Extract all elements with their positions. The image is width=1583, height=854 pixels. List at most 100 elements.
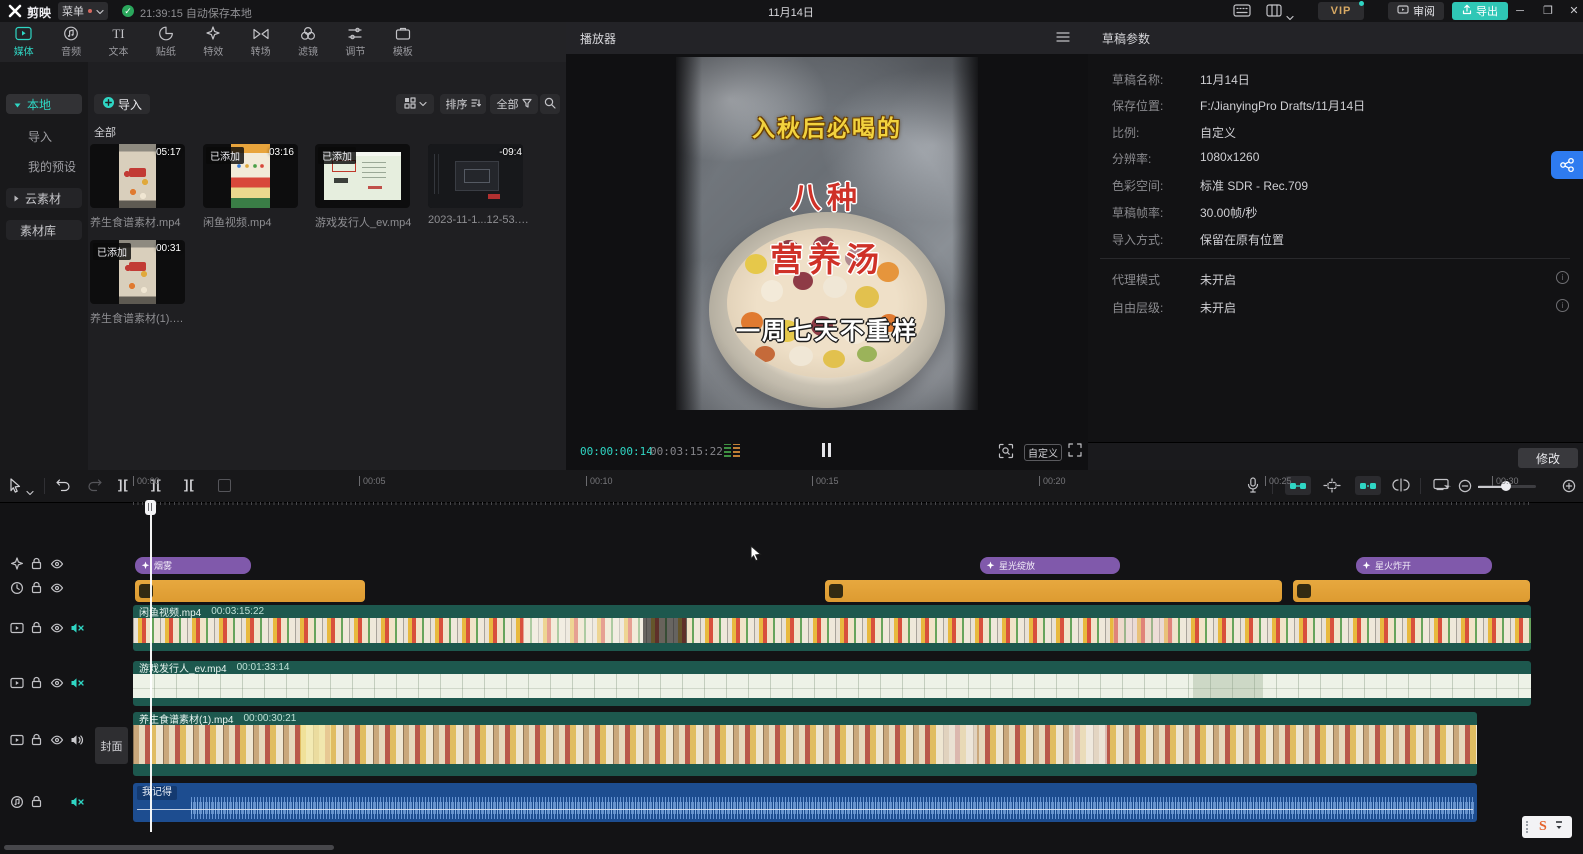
ruler-label: 00:05 bbox=[359, 476, 386, 486]
sidebar-item-import[interactable]: 导入 bbox=[28, 128, 52, 145]
eye-icon[interactable] bbox=[50, 621, 64, 635]
eye-icon[interactable] bbox=[50, 733, 64, 747]
adjust-clip[interactable] bbox=[825, 580, 1282, 602]
sidebar-item-library[interactable]: 素材库 bbox=[6, 220, 82, 240]
view-mode-button[interactable] bbox=[396, 94, 434, 114]
window-maximize-button[interactable]: ❐ bbox=[1541, 4, 1555, 18]
media-card-1[interactable]: 05:17 bbox=[90, 144, 185, 208]
tab-templates[interactable]: 模板 bbox=[379, 22, 426, 62]
info-icon[interactable]: i bbox=[1556, 299, 1569, 312]
linkage-toggle[interactable] bbox=[1355, 476, 1381, 495]
timeline-ruler-ticks[interactable] bbox=[133, 502, 1530, 505]
adjust-clip[interactable] bbox=[1293, 580, 1530, 602]
tab-media[interactable]: 媒体 bbox=[0, 22, 47, 62]
speaker-on-icon[interactable] bbox=[70, 733, 84, 747]
sidebar-item-cloud[interactable]: 云素材 bbox=[6, 188, 82, 208]
tab-transitions[interactable]: 转场 bbox=[237, 22, 284, 62]
tab-adjust[interactable]: 调节 bbox=[332, 22, 379, 62]
effect-clip[interactable]: 烟雾 bbox=[135, 557, 251, 574]
tab-sticker[interactable]: 贴纸 bbox=[142, 22, 189, 62]
select-tool-chevron-icon[interactable] bbox=[26, 483, 34, 501]
speaker-muted-icon[interactable] bbox=[70, 621, 84, 635]
split-clip-icon[interactable]: ][ bbox=[118, 477, 129, 492]
sidebar-item-local[interactable]: 本地 bbox=[6, 94, 82, 114]
ruler-label: 00:15 bbox=[812, 476, 839, 486]
lock-icon[interactable] bbox=[30, 621, 44, 635]
overlay-text-line2: 八种 bbox=[676, 173, 978, 217]
preview-axis-icon[interactable] bbox=[1433, 478, 1451, 497]
modify-button[interactable]: 修改 bbox=[1518, 448, 1578, 468]
effect-clip[interactable]: 星光绽放 bbox=[980, 557, 1120, 574]
media-card-3[interactable]: 已添加 bbox=[315, 144, 410, 208]
draft-row-value: 自定义 bbox=[1200, 124, 1236, 141]
lock-icon[interactable] bbox=[30, 733, 44, 747]
cover-button[interactable]: 封面 bbox=[95, 727, 128, 764]
review-button[interactable]: 审阅 bbox=[1388, 2, 1444, 20]
eye-icon[interactable] bbox=[50, 676, 64, 690]
tab-filters[interactable]: 滤镜 bbox=[284, 22, 331, 62]
select-tool-icon[interactable] bbox=[8, 478, 23, 499]
playhead-handle[interactable] bbox=[145, 500, 156, 515]
draft-row-value: 11月14日 bbox=[1200, 71, 1250, 88]
lock-icon[interactable] bbox=[30, 676, 44, 690]
lock-icon[interactable] bbox=[30, 795, 44, 809]
record-voiceover-icon[interactable] bbox=[1246, 477, 1260, 499]
effect-clip[interactable]: 星火炸开 bbox=[1356, 557, 1492, 574]
search-button[interactable] bbox=[540, 94, 560, 114]
tab-text[interactable]: TI 文本 bbox=[95, 22, 142, 62]
pause-button[interactable] bbox=[822, 443, 831, 457]
cloud-share-float-button[interactable] bbox=[1551, 151, 1583, 179]
split-delete-right-icon[interactable]: ][ bbox=[184, 477, 195, 492]
eye-icon[interactable] bbox=[50, 581, 64, 595]
fit-zoom-icon[interactable] bbox=[998, 443, 1014, 464]
speaker-muted-icon[interactable] bbox=[70, 795, 84, 809]
lock-icon[interactable] bbox=[30, 581, 44, 595]
auto-snap-toggle[interactable] bbox=[1322, 478, 1342, 498]
audio-meter-left bbox=[724, 444, 731, 457]
media-card-4-name: 2023-11-1...12-53.mp4 bbox=[428, 214, 532, 226]
audio-clip[interactable]: 我记得 bbox=[133, 783, 1477, 822]
fullscreen-icon[interactable] bbox=[1068, 443, 1082, 462]
quality-selector[interactable]: 自定义 bbox=[1024, 444, 1062, 461]
media-card-4[interactable]: -09:4 bbox=[428, 144, 523, 208]
tab-audio[interactable]: 音频 bbox=[47, 22, 94, 62]
undo-icon[interactable] bbox=[55, 478, 72, 498]
media-card-2[interactable]: 已添加 03:16 bbox=[203, 144, 298, 208]
import-media-button[interactable]: 导入 bbox=[94, 94, 150, 114]
info-icon[interactable]: i bbox=[1556, 271, 1569, 284]
eye-icon[interactable] bbox=[50, 557, 64, 571]
export-button[interactable]: 导出 bbox=[1452, 2, 1508, 20]
timeline-hscrollbar[interactable] bbox=[4, 845, 334, 850]
video-clip-game-publisher[interactable]: 游戏发行人_ev.mp400:01:33:14 bbox=[133, 661, 1531, 706]
lock-icon[interactable] bbox=[30, 557, 44, 571]
sort-button[interactable]: 排序 bbox=[440, 94, 486, 114]
video-clip-xianyu[interactable]: 闲鱼视频.mp400:03:15:22 bbox=[133, 605, 1531, 651]
media-card-1-name: 养生食谱素材.mp4 bbox=[90, 214, 188, 230]
draft-row-value: 保留在原有位置 bbox=[1200, 231, 1284, 248]
media-card-5[interactable]: 已添加 00:31 bbox=[90, 240, 185, 304]
delete-clip-icon[interactable] bbox=[218, 479, 231, 492]
menu-button[interactable]: 菜单 bbox=[58, 2, 108, 20]
adjust-clip[interactable] bbox=[135, 580, 365, 602]
playhead-line[interactable] bbox=[150, 500, 152, 832]
player-controls: 00:00:00:14 00:03:15:22 自定义 bbox=[566, 432, 1088, 470]
audio-clip-label: 我记得 bbox=[137, 786, 177, 800]
redo-icon[interactable] bbox=[86, 478, 103, 498]
zoom-in-icon[interactable] bbox=[1562, 479, 1576, 498]
tab-effects[interactable]: 特效 bbox=[190, 22, 237, 62]
window-close-button[interactable]: ✕ bbox=[1567, 4, 1581, 18]
speaker-muted-icon[interactable] bbox=[70, 676, 84, 690]
player-menu-icon[interactable] bbox=[1056, 29, 1070, 47]
sidebar-item-presets[interactable]: 我的预设 bbox=[28, 158, 76, 175]
edit-overlap-toggle[interactable] bbox=[1392, 478, 1410, 497]
video-preview[interactable]: 入秋后必喝的 八种 营养汤 一周七天不重样 bbox=[676, 57, 978, 410]
draft-params-panel: 草稿参数 草稿名称: 11月14日 保存位置: F:/JianyingPro D… bbox=[1088, 22, 1583, 470]
shortcut-keyboard-icon[interactable] bbox=[1233, 4, 1251, 22]
zoom-out-icon[interactable] bbox=[1458, 479, 1472, 498]
layout-switch-icon[interactable] bbox=[1266, 4, 1282, 22]
vip-button[interactable]: VIP bbox=[1318, 2, 1364, 20]
input-method-widget[interactable]: S bbox=[1522, 816, 1572, 838]
filter-button[interactable]: 全部 bbox=[490, 94, 538, 114]
window-minimize-button[interactable]: ─ bbox=[1513, 4, 1527, 18]
video-clip-food-main[interactable]: 养生食谱素材(1).mp400:00:30:21 bbox=[133, 712, 1477, 776]
